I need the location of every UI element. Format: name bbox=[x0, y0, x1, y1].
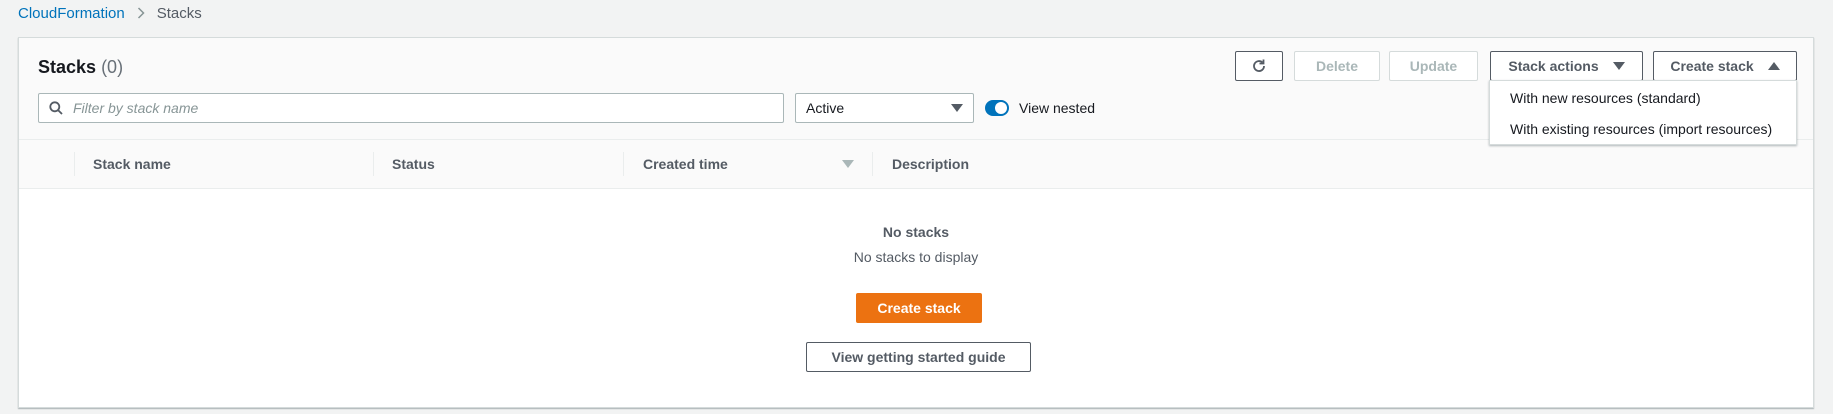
column-created-time[interactable]: Created time bbox=[643, 140, 728, 188]
menu-item-existing-resources[interactable]: With existing resources (import resource… bbox=[1490, 114, 1796, 144]
menu-item-new-resources[interactable]: With new resources (standard) bbox=[1490, 83, 1796, 113]
caret-down-icon bbox=[1612, 61, 1625, 71]
create-stack-dropdown-label: Create stack bbox=[1670, 58, 1754, 74]
page-title: Stacks (0) bbox=[38, 57, 123, 78]
create-stack-button[interactable]: Create stack bbox=[856, 293, 982, 323]
sort-descending-icon[interactable] bbox=[842, 159, 854, 169]
breadcrumb-current: Stacks bbox=[156, 4, 202, 22]
empty-state-title: No stacks bbox=[882, 224, 950, 240]
create-stack-dropdown-button[interactable]: Create stack bbox=[1653, 51, 1797, 81]
stack-actions-button[interactable]: Stack actions bbox=[1490, 51, 1643, 81]
empty-state-text: No stacks to display bbox=[853, 249, 979, 265]
create-stack-menu: With new resources (standard) With exist… bbox=[1489, 80, 1797, 145]
view-nested-label: View nested bbox=[1019, 100, 1096, 116]
breadcrumb-cloudformation-link[interactable]: CloudFormation bbox=[18, 5, 125, 22]
column-description[interactable]: Description bbox=[892, 140, 969, 188]
view-nested-control: View nested bbox=[985, 96, 1095, 120]
status-select[interactable]: Active bbox=[795, 93, 974, 123]
chevron-right-icon bbox=[137, 7, 145, 19]
status-select-value: Active bbox=[806, 100, 845, 116]
search-input[interactable] bbox=[71, 99, 783, 117]
delete-button[interactable]: Delete bbox=[1294, 51, 1380, 81]
update-button[interactable]: Update bbox=[1389, 51, 1478, 81]
column-status[interactable]: Status bbox=[392, 140, 435, 188]
stack-actions-label: Stack actions bbox=[1508, 58, 1599, 74]
search-icon bbox=[49, 101, 63, 115]
page-title-text: Stacks bbox=[38, 57, 97, 77]
column-stack-name[interactable]: Stack name bbox=[93, 140, 171, 188]
refresh-icon bbox=[1251, 58, 1267, 74]
breadcrumb: CloudFormation Stacks bbox=[18, 3, 202, 23]
view-getting-started-guide-button[interactable]: View getting started guide bbox=[806, 342, 1031, 372]
search-field[interactable] bbox=[38, 93, 784, 123]
refresh-button[interactable] bbox=[1235, 51, 1283, 81]
caret-up-icon bbox=[1767, 61, 1780, 71]
stack-count: (0) bbox=[101, 57, 124, 77]
caret-down-icon bbox=[951, 103, 963, 113]
view-nested-toggle[interactable] bbox=[985, 100, 1009, 116]
table-header: Stack name Status Created time Descripti… bbox=[19, 140, 1813, 189]
